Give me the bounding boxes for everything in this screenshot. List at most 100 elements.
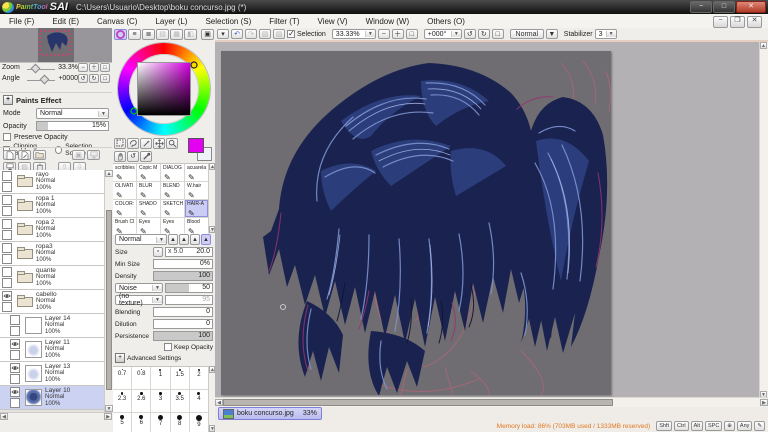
view-rotate-cw-button[interactable]: ↻: [477, 29, 490, 39]
angle-slider[interactable]: [27, 74, 56, 84]
size-preset[interactable]: 8: [170, 413, 189, 432]
layer-row[interactable]: ropa 2 Normal 100%: [0, 218, 104, 242]
brush-tip-3[interactable]: ▲: [190, 234, 200, 245]
mdi-minimize-button[interactable]: −: [713, 16, 728, 28]
lasso-tool[interactable]: [127, 138, 139, 149]
brush-preset[interactable]: acuarela ✎: [185, 164, 208, 181]
layer-row[interactable]: cabello Normal 100%: [0, 290, 104, 314]
size-preset[interactable]: 3.5: [170, 390, 189, 412]
layer-link-toggle[interactable]: [2, 182, 12, 192]
document-tab[interactable]: boku concurso.jpg 33%: [218, 407, 322, 420]
brush-preset[interactable]: W.hair ✎: [185, 182, 208, 199]
scratchpad-tab[interactable]: ◧: [184, 29, 197, 40]
size-preset[interactable]: 1.5: [170, 367, 189, 389]
rotate-ccw-button[interactable]: ↺: [78, 74, 88, 83]
color-mixer-tab[interactable]: ▤: [156, 29, 169, 40]
blending-slider[interactable]: 0: [153, 307, 213, 317]
layer-visibility-toggle[interactable]: [2, 219, 12, 229]
size-unit-button[interactable]: ▫: [153, 247, 163, 257]
noise-dropdown[interactable]: Noise ▼: [115, 283, 163, 293]
size-preset[interactable]: 0.7: [113, 367, 132, 389]
zoom-slider[interactable]: [27, 63, 56, 73]
menu-item[interactable]: File (F): [0, 15, 43, 28]
size-preset[interactable]: 9: [189, 413, 208, 432]
advanced-settings-expand-icon[interactable]: +: [115, 353, 125, 363]
brush-preset[interactable]: SHADO ✎: [137, 200, 160, 217]
size-preset[interactable]: 6: [132, 413, 151, 432]
menu-item[interactable]: Selection (S): [196, 15, 260, 28]
selection-visibility-checkbox[interactable]: [287, 29, 295, 38]
eyedropper-tool[interactable]: [140, 150, 152, 162]
view-angle-dropdown[interactable]: +000° ▼: [423, 29, 462, 39]
texture-dropdown[interactable]: (no texture) ▼: [115, 293, 163, 307]
size-preset[interactable]: 5: [113, 413, 132, 432]
layer-link-toggle[interactable]: [2, 278, 12, 288]
paints-effect-header[interactable]: + Paints Effect: [0, 93, 112, 107]
foreground-color-swatch[interactable]: [188, 138, 204, 153]
brush-preset[interactable]: HAIR-A ✎: [185, 200, 208, 217]
undo-button[interactable]: ↶: [231, 29, 243, 39]
chevron-down-icon[interactable]: ▼: [450, 31, 461, 37]
brush-tip-4[interactable]: ▲: [201, 234, 211, 245]
size-preset[interactable]: 2.3: [113, 390, 132, 412]
new-layer-button[interactable]: [3, 150, 16, 160]
magic-wand-tool[interactable]: [140, 138, 152, 149]
brush-preset[interactable]: SKETCH ✎: [161, 200, 184, 217]
navigator-preview[interactable]: [0, 28, 112, 63]
transfer-down-button[interactable]: [87, 150, 100, 160]
chevron-down-icon[interactable]: ▼: [605, 31, 616, 37]
scrollbar-thumb[interactable]: [106, 210, 112, 390]
size-preset[interactable]: 2.6: [132, 390, 151, 412]
clear-layer-button[interactable]: ▣: [72, 150, 85, 160]
persistence-slider[interactable]: 100: [153, 331, 213, 341]
scroll-right-icon[interactable]: ▶: [760, 399, 768, 406]
brush-preset[interactable]: COLOR: ✎: [113, 200, 136, 217]
view-zoom-in-button[interactable]: ＋: [391, 29, 404, 39]
layer-list-hscrollbar[interactable]: ◀ ▶: [0, 412, 112, 421]
opacity-slider[interactable]: 15%: [36, 121, 109, 131]
size-preset[interactable]: 1: [151, 367, 170, 389]
panel-toggle-button[interactable]: ▾: [217, 29, 229, 39]
scrollbar-thumb[interactable]: [223, 399, 613, 406]
brush-preset[interactable]: BLUR ✎: [137, 182, 160, 199]
size-slider[interactable]: x 5.0 20.0: [165, 247, 213, 257]
scroll-up-icon[interactable]: ▲: [760, 42, 767, 49]
panel-options-button[interactable]: ▣: [201, 29, 214, 40]
view-mode-button[interactable]: Normal: [509, 29, 544, 39]
size-preset[interactable]: 7: [151, 413, 170, 432]
brush-preset[interactable]: DIALOG ✎: [161, 164, 184, 181]
zoom-reset-button[interactable]: □: [100, 63, 110, 72]
redo-button[interactable]: ↷: [245, 29, 257, 39]
minimize-button[interactable]: −: [690, 1, 712, 13]
layer-link-toggle[interactable]: [10, 374, 20, 384]
swatches-tab[interactable]: ▦: [170, 29, 183, 40]
scroll-down-icon[interactable]: ▼: [105, 405, 113, 412]
layer-link-toggle[interactable]: [2, 254, 12, 264]
layer-visibility-toggle[interactable]: [10, 363, 20, 373]
hand-tool[interactable]: [114, 150, 126, 162]
layer-visibility-toggle[interactable]: [2, 243, 12, 253]
view-angle-reset-button[interactable]: □: [491, 29, 504, 39]
close-button[interactable]: ✕: [736, 1, 766, 13]
chevron-down-icon[interactable]: ▼: [152, 297, 162, 303]
chevron-down-icon[interactable]: ▼: [98, 110, 108, 117]
mdi-close-button[interactable]: ✕: [747, 16, 762, 28]
layer-visibility-toggle[interactable]: [2, 171, 12, 181]
chevron-down-icon[interactable]: ▼: [156, 236, 166, 243]
brush-preset[interactable]: OLIVATI ✎: [113, 182, 136, 199]
expand-icon[interactable]: +: [3, 95, 13, 105]
dilution-slider[interactable]: 0: [153, 319, 213, 329]
scroll-left-icon[interactable]: ◀: [0, 413, 8, 420]
layer-row[interactable]: ropa 1 Normal 100%: [0, 194, 104, 218]
size-preset[interactable]: 0.8: [132, 367, 151, 389]
canvas-vscrollbar[interactable]: ▲ ▼: [759, 42, 768, 398]
chevron-down-icon[interactable]: ▼: [364, 31, 375, 37]
layer-list-scrollbar[interactable]: ▲ ▼: [104, 170, 113, 412]
scroll-up-icon[interactable]: ▲: [105, 170, 113, 177]
layer-row[interactable]: rayo Normal 100%: [0, 170, 104, 194]
rotate-cw-button[interactable]: ↻: [89, 74, 99, 83]
brush-preset[interactable]: Copic M ✎: [137, 164, 160, 181]
layer-row[interactable]: Layer 10 Normal 100%: [0, 386, 104, 410]
zoom-slider-knob[interactable]: [30, 63, 41, 73]
layer-link-toggle[interactable]: [10, 398, 20, 408]
